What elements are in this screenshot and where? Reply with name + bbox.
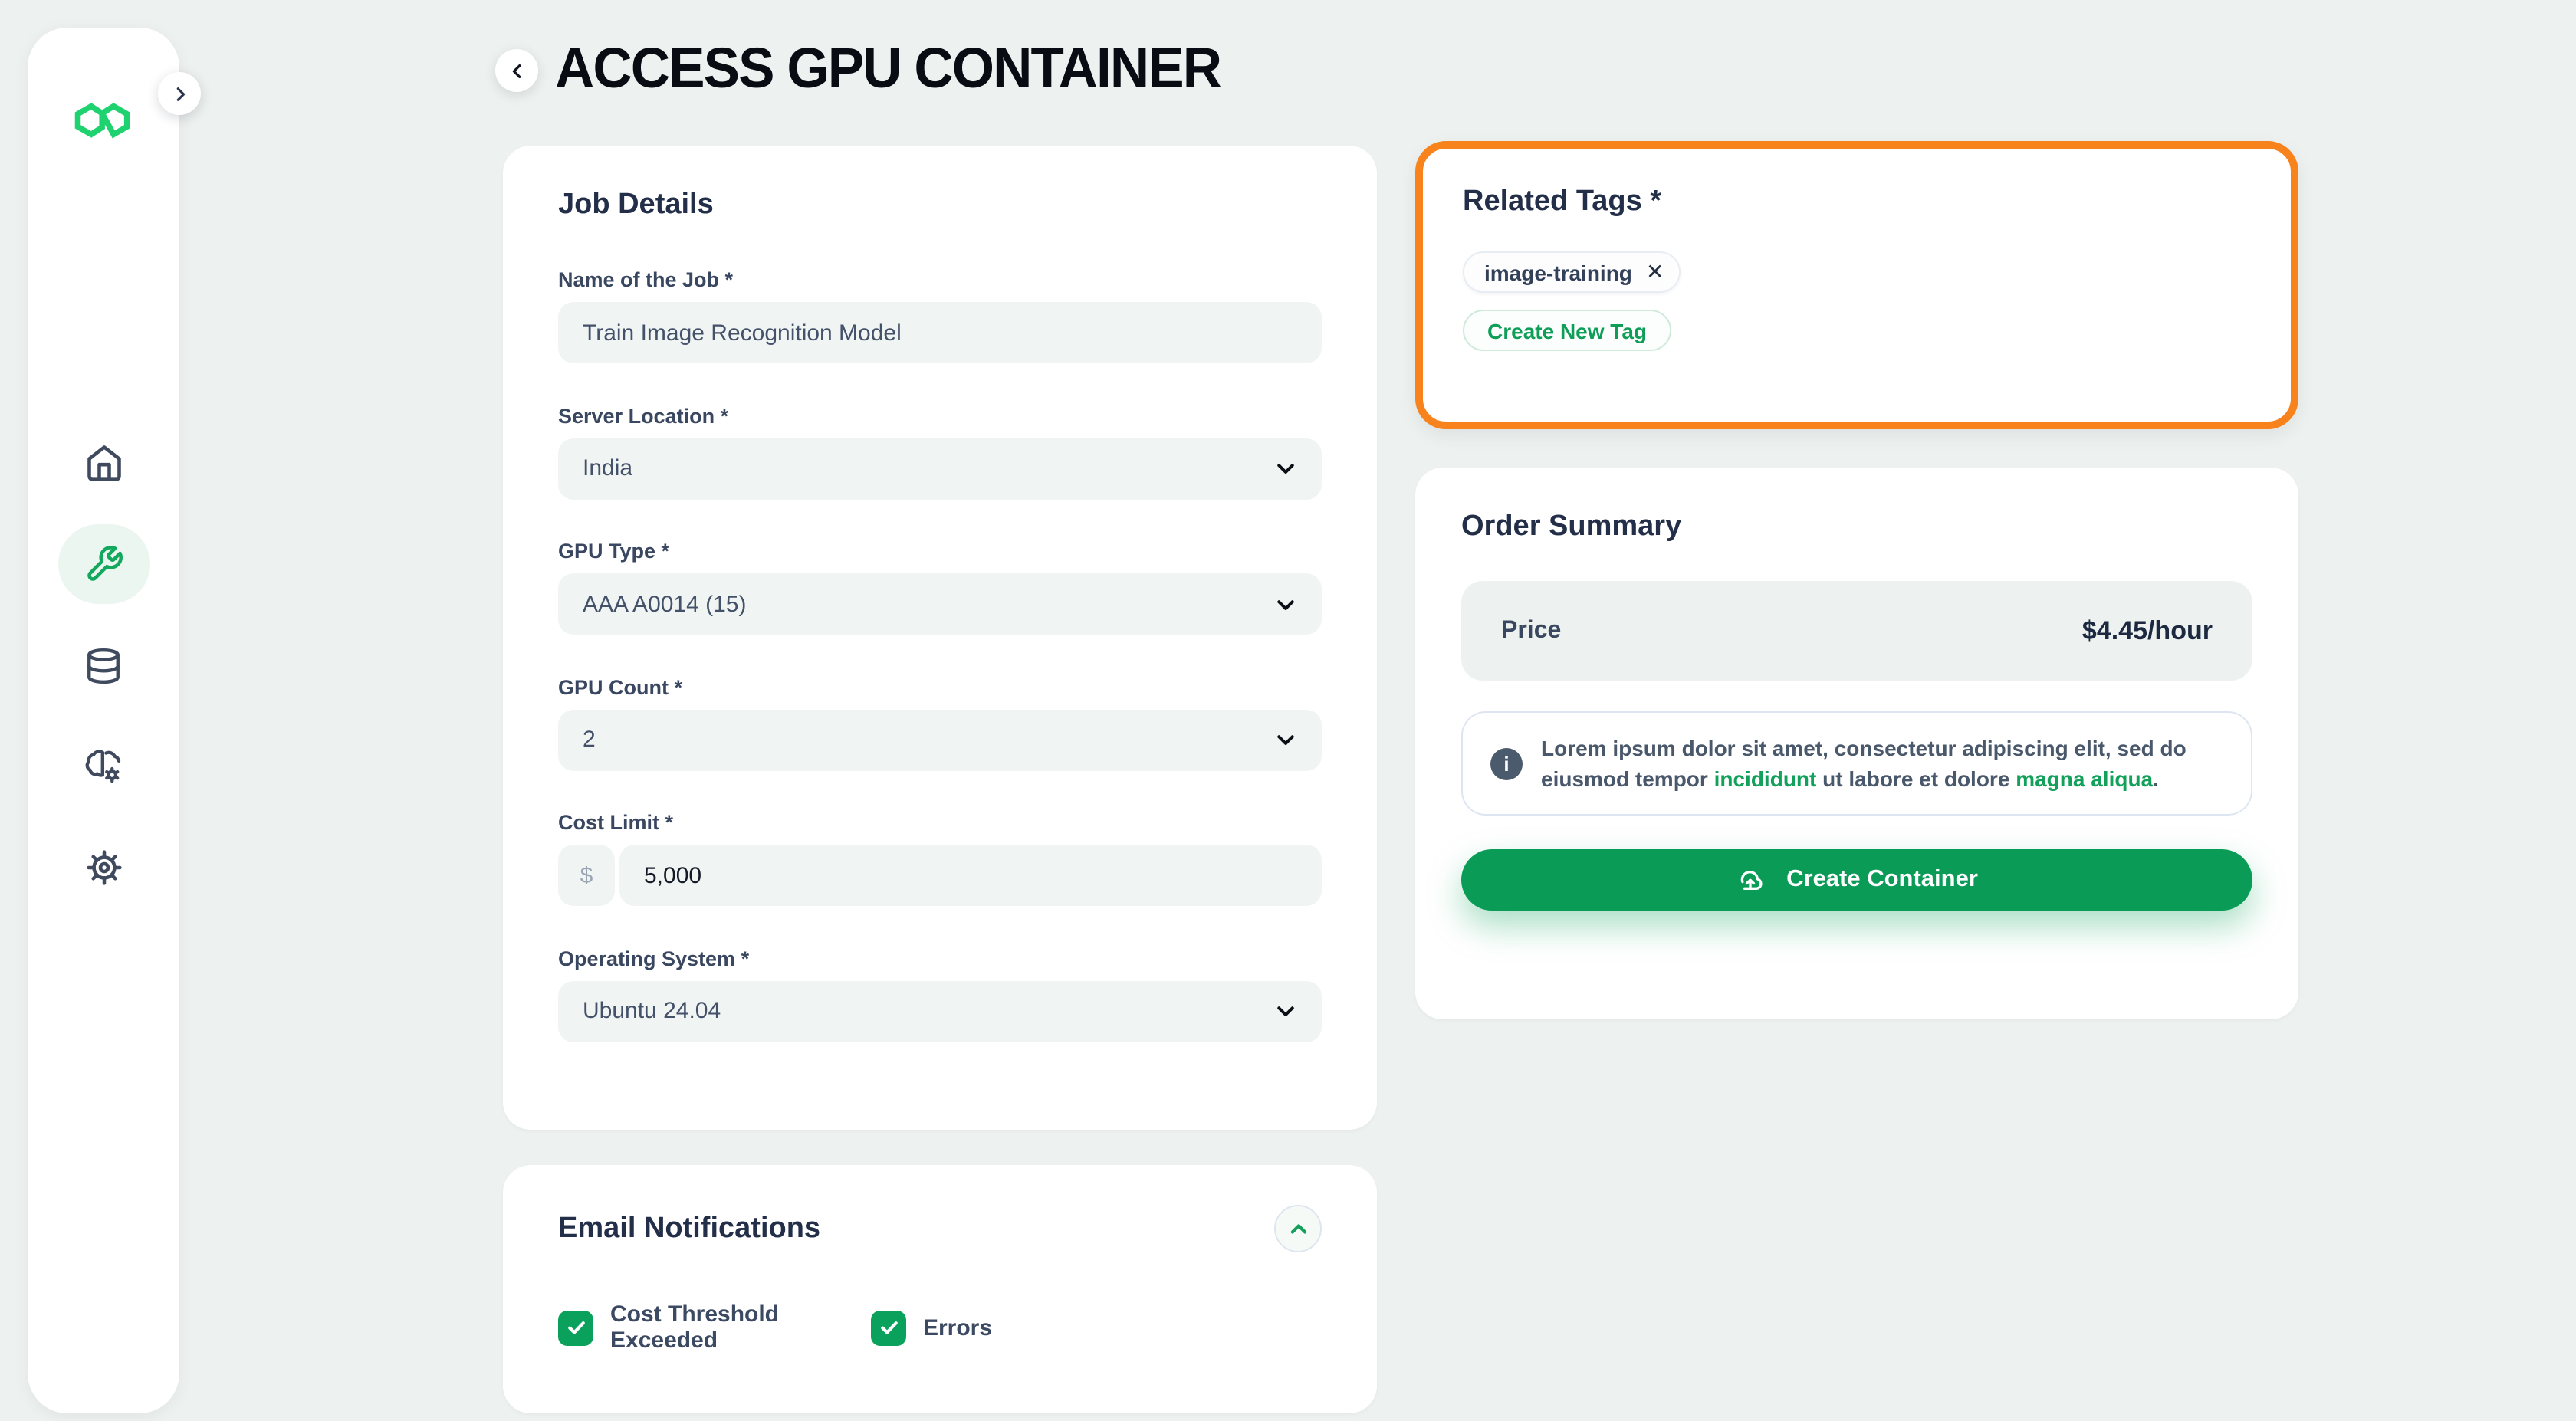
chevron-left-icon [508, 62, 525, 79]
database-icon [84, 646, 123, 684]
server-location-value: India [583, 455, 633, 481]
chevron-down-icon [1274, 457, 1297, 480]
order-summary-title: Order Summary [1461, 510, 1682, 543]
checkbox-checked-icon [871, 1310, 906, 1345]
operating-system-field: Operating System * Ubuntu 24.04 [558, 947, 1322, 1042]
operating-system-select[interactable]: Ubuntu 24.04 [558, 980, 1322, 1042]
tag-list: image-training ✕ Create New Tag [1463, 251, 2251, 351]
related-tags-title: Related Tags * [1463, 185, 1662, 218]
info-segment-highlight: incididunt [1714, 766, 1817, 791]
create-container-button[interactable]: Create Container [1461, 849, 2252, 911]
info-segment-highlight: magna aliqua [2016, 766, 2154, 791]
create-container-label: Create Container [1786, 866, 1978, 892]
page: ACCESS GPU CONTAINER Job Details Name of… [0, 0, 2576, 1421]
checkbox-cost-threshold[interactable]: Cost Threshold Exceeded [558, 1301, 871, 1354]
gpu-count-value: 2 [583, 727, 596, 753]
tag-chip: image-training ✕ [1463, 251, 1681, 293]
collapse-button[interactable] [1274, 1205, 1322, 1252]
cost-limit-field: Cost Limit * $ [558, 811, 1322, 906]
tag-label: image-training [1484, 260, 1632, 284]
chevron-down-icon [1274, 999, 1297, 1022]
brain-gear-icon [83, 746, 124, 787]
sidebar-item-ai[interactable] [58, 727, 150, 806]
gpu-count-select[interactable]: 2 [558, 709, 1322, 770]
create-new-tag-label: Create New Tag [1487, 318, 1647, 343]
order-summary-card: Order Summary Price $4.45/hour i Lorem i… [1415, 468, 2298, 1019]
gear-icon [84, 848, 123, 888]
sidebar [28, 28, 201, 1413]
email-notifications-title: Email Notifications [558, 1212, 821, 1244]
job-details-card: Job Details Name of the Job * Server Loc… [503, 146, 1377, 1130]
chevron-right-icon [171, 85, 188, 102]
checkbox-errors[interactable]: Errors [871, 1310, 992, 1345]
gpu-count-field: GPU Count * 2 [558, 675, 1322, 770]
chevron-up-icon [1287, 1218, 1309, 1239]
expand-sidebar-button[interactable] [158, 72, 201, 115]
gpu-type-select[interactable]: AAA A0014 (15) [558, 573, 1322, 635]
related-tags-card: Related Tags * image-training ✕ Create N… [1415, 141, 2298, 429]
server-location-select[interactable]: India [558, 438, 1322, 499]
price-row: Price $4.45/hour [1461, 581, 2252, 681]
sidebar-item-settings[interactable] [58, 828, 150, 907]
info-text: Lorem ipsum dolor sit amet, consectetur … [1541, 733, 2223, 794]
server-location-label: Server Location * [558, 404, 729, 427]
gpu-count-label: GPU Count * [558, 675, 682, 698]
chevron-down-icon [1274, 592, 1297, 615]
job-details-title: Job Details [558, 189, 714, 221]
info-segment: . [2153, 766, 2159, 791]
gpu-type-label: GPU Type * [558, 540, 670, 563]
close-icon: ✕ [1645, 259, 1664, 284]
checkbox-label: Cost Threshold Exceeded [610, 1301, 780, 1354]
checkbox-label: Errors [923, 1314, 993, 1341]
wrench-icon [84, 544, 123, 584]
infinity-logo [72, 101, 133, 139]
home-icon [84, 443, 123, 483]
page-title: ACCESS GPU CONTAINER [555, 37, 1222, 100]
tag-remove-button[interactable]: ✕ [1646, 259, 1664, 285]
server-location-field: Server Location * India [558, 404, 1322, 499]
price-value: $4.45/hour [2082, 615, 2213, 645]
sidebar-item-database[interactable] [58, 625, 150, 705]
job-name-input[interactable] [558, 302, 1322, 363]
cost-limit-input[interactable] [619, 845, 1322, 906]
email-notifications-card: Email Notifications Cost Threshold Excee… [503, 1165, 1377, 1413]
job-name-field: Name of the Job * [558, 268, 1322, 363]
info-segment: ut labore et dolore [1816, 766, 2016, 791]
currency-prefix: $ [558, 845, 615, 906]
operating-system-value: Ubuntu 24.04 [583, 998, 721, 1024]
info-icon: i [1490, 747, 1523, 779]
gpu-type-field: GPU Type * AAA A0014 (15) [558, 540, 1322, 635]
checkbox-checked-icon [558, 1310, 593, 1345]
notification-options: Cost Threshold Exceeded Errors [558, 1301, 1322, 1354]
gpu-type-value: AAA A0014 (15) [583, 591, 747, 617]
sidebar-nav [28, 423, 179, 907]
cloud-upload-icon [1736, 865, 1765, 894]
info-box: i Lorem ipsum dolor sit amet, consectetu… [1461, 711, 2252, 816]
chevron-down-icon [1274, 728, 1297, 751]
create-new-tag-button[interactable]: Create New Tag [1463, 310, 1671, 351]
price-label: Price [1501, 617, 1562, 643]
job-name-label: Name of the Job * [558, 268, 734, 291]
operating-system-label: Operating System * [558, 947, 750, 970]
sidebar-item-home[interactable] [58, 423, 150, 503]
back-button[interactable] [495, 49, 538, 92]
cost-limit-label: Cost Limit * [558, 811, 674, 834]
sidebar-item-tools[interactable] [58, 524, 150, 604]
